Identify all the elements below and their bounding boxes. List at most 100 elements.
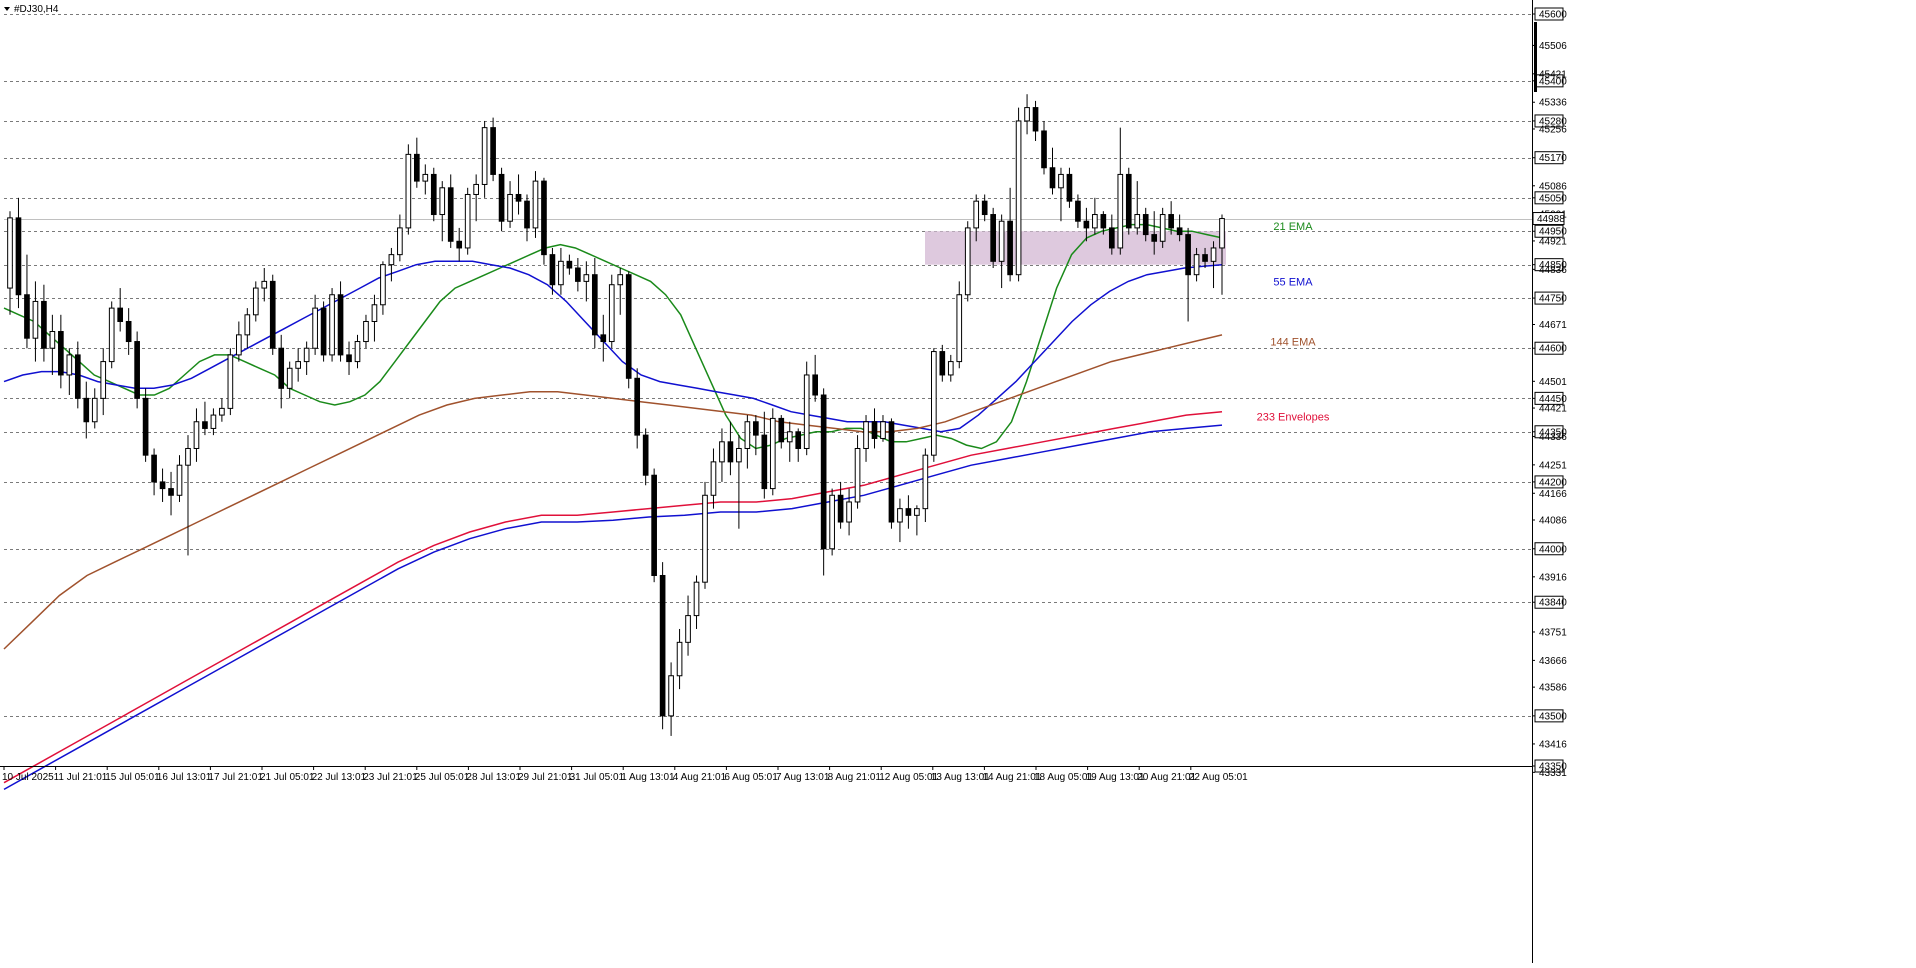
candle[interactable] (532, 171, 539, 238)
candle[interactable] (956, 281, 963, 369)
candle[interactable] (769, 408, 776, 496)
candle[interactable] (134, 331, 140, 409)
candle[interactable] (964, 221, 971, 302)
bear-candle-body (346, 354, 352, 363)
candle[interactable] (227, 348, 234, 416)
bull-candle-body (668, 675, 674, 717)
bear-candle-body (905, 508, 912, 516)
bull-candle-body (295, 361, 301, 369)
candle[interactable] (1125, 167, 1132, 235)
bull-candle-body (354, 341, 361, 363)
time-tick-label: 10 Jul 2025 (2, 772, 54, 783)
time-tick-label: 13 Aug 13:01 (931, 772, 990, 783)
bear-candle-body (753, 421, 759, 436)
bull-candle-body (532, 180, 539, 229)
bear-candle-body (659, 574, 666, 717)
candle[interactable] (803, 361, 810, 456)
bull-candle-body (617, 274, 624, 286)
candle[interactable] (108, 301, 115, 369)
bear-candle-body (591, 274, 598, 336)
price-tick-label: 44750 (1539, 294, 1567, 305)
bear-candle-body (1185, 234, 1191, 276)
bear-candle-body (566, 260, 573, 269)
bear-candle-body (812, 374, 819, 396)
bull-candle-body (185, 447, 191, 466)
bull-candle-body (303, 347, 310, 363)
bull-candle-body (676, 641, 683, 677)
candle[interactable] (888, 418, 895, 529)
candlestick-chart[interactable]: 21 EMA 55 EMA 144 EMA 233 Envelopes 45600 45… (0, 0, 1916, 963)
bull-candle-body (7, 217, 13, 289)
price-minor-label: 44836 (1539, 265, 1567, 276)
time-tick-label: 16 Jul 13:01 (157, 772, 212, 783)
candle[interactable] (625, 271, 632, 389)
candle[interactable] (464, 187, 471, 255)
scale-bar (1534, 22, 1537, 92)
candle[interactable] (820, 388, 827, 576)
bear-candle-body (1168, 214, 1174, 229)
time-tick-label: 6 Aug 05:01 (724, 772, 778, 783)
price-minor-label: 45256 (1539, 124, 1567, 135)
price-minor-label: 45336 (1539, 98, 1567, 109)
candle[interactable] (829, 488, 835, 556)
candle[interactable] (990, 207, 996, 269)
bull-candle-body (1134, 214, 1141, 229)
price-minor-label: 43416 (1539, 739, 1567, 750)
bear-candle-body (549, 254, 556, 286)
bull-candle-body (608, 284, 615, 343)
candle[interactable] (329, 288, 335, 362)
bear-candle-body (634, 377, 641, 436)
bear-candle-body (74, 354, 81, 399)
bear-candle-body (600, 334, 607, 343)
bull-candle-body (397, 227, 403, 256)
candle[interactable] (659, 562, 666, 730)
bull-candle-body (880, 421, 886, 439)
bull-candle-body (236, 334, 242, 356)
bull-candle-body (286, 367, 293, 389)
candle[interactable] (405, 144, 412, 235)
candle[interactable] (430, 167, 437, 222)
bear-candle-body (778, 417, 785, 443)
bull-candle-body (405, 153, 412, 229)
time-tick-label: 28 Jul 13:01 (466, 772, 521, 783)
bear-candle-body (625, 274, 632, 379)
bull-candle-body (736, 447, 742, 463)
price-tick-label: 44000 (1539, 544, 1567, 555)
bear-candle-body (761, 434, 768, 490)
bull-candle-body (931, 351, 937, 456)
candle[interactable] (608, 274, 615, 349)
bear-candle-body (871, 421, 878, 439)
bear-candle-body (320, 307, 327, 356)
bull-candle-body (1193, 254, 1200, 276)
candle[interactable] (320, 301, 327, 362)
bull-candle-body (1117, 173, 1124, 249)
candle[interactable] (541, 177, 547, 265)
candle[interactable] (931, 348, 937, 462)
bear-candle-body (1108, 227, 1115, 249)
candle[interactable] (269, 274, 276, 355)
bull-candle-body (1159, 214, 1166, 242)
bear-candle-body (1075, 200, 1081, 222)
time-tick-label: 29 Jul 21:01 (518, 772, 573, 783)
bear-candle-body (337, 294, 344, 356)
candle[interactable] (702, 481, 708, 589)
bull-candle-body (854, 447, 861, 503)
time-tick-label: 14 Aug 21:01 (982, 772, 1041, 783)
candle[interactable] (142, 388, 149, 462)
candle[interactable] (651, 468, 657, 583)
bear-candle-body (1083, 220, 1090, 229)
bull-candle-body (897, 508, 903, 523)
price-tick-label: 43500 (1539, 711, 1567, 722)
bear-candle-body (575, 267, 581, 282)
price-minor-label: 43331 (1539, 768, 1567, 779)
indicator-label-ema21: 21 EMA (1273, 221, 1313, 233)
bull-candle-body (846, 501, 852, 523)
bull-candle-body (685, 615, 691, 643)
price-minor-label: 43916 (1539, 572, 1567, 583)
bull-candle-body (439, 187, 446, 216)
bear-candle-body (83, 397, 90, 423)
candle[interactable] (1015, 107, 1022, 282)
bull-candle-body (1058, 173, 1064, 189)
chart-container[interactable]: 21 EMA 55 EMA 144 EMA 233 Envelopes 45600 45… (0, 0, 1916, 963)
bull-candle-body (719, 441, 725, 463)
